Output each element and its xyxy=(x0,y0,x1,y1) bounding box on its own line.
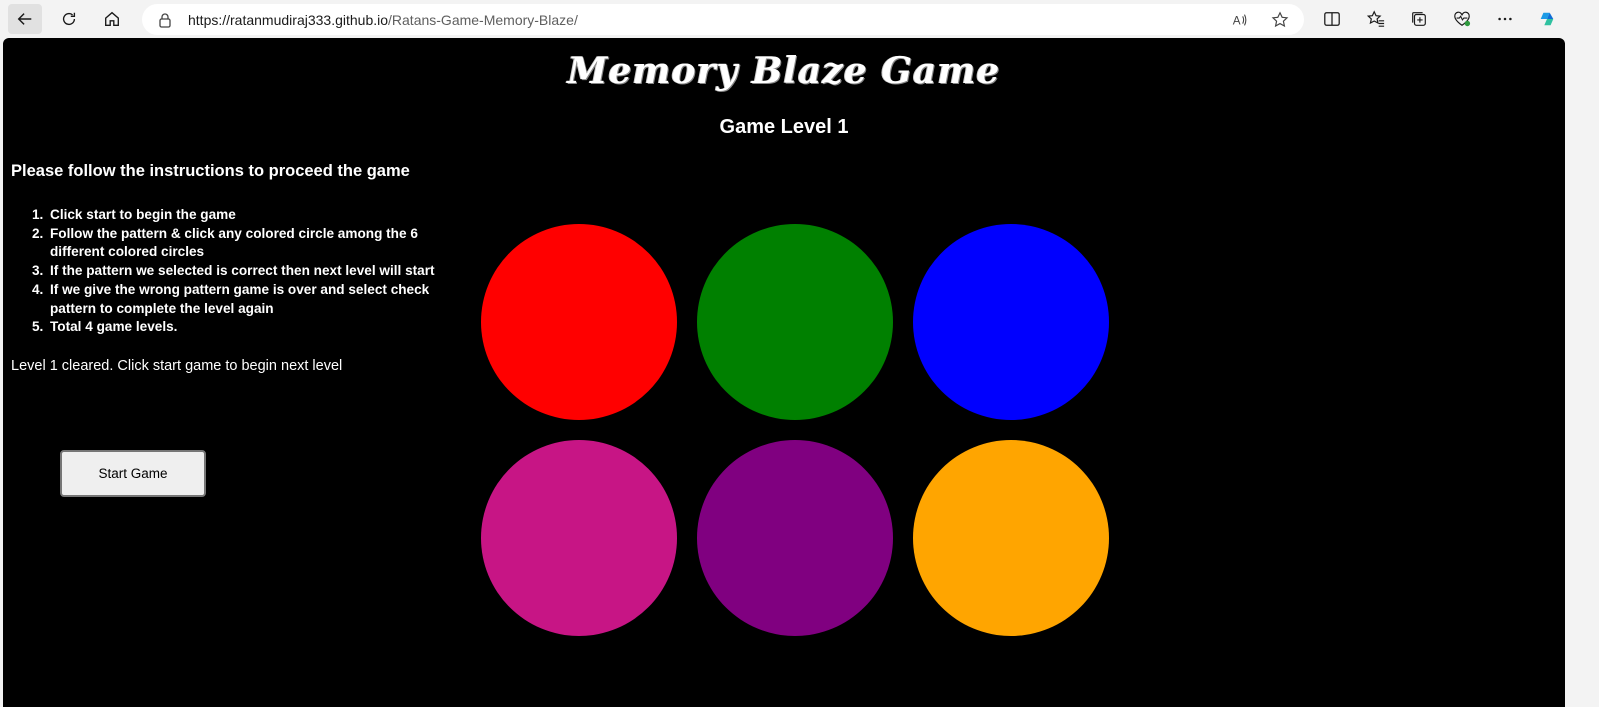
favorites-icon xyxy=(1367,10,1385,27)
copilot-button[interactable] xyxy=(1534,6,1560,32)
favorites-button[interactable] xyxy=(1363,6,1389,32)
circle-blue[interactable] xyxy=(913,224,1109,420)
page-title: Memory Blaze Game xyxy=(567,50,1001,92)
url-text[interactable]: https://ratanmudiraj333.github.io/Ratans… xyxy=(188,12,578,28)
copilot-icon xyxy=(1540,12,1554,26)
browser-toolbar: https://ratanmudiraj333.github.io/Ratans… xyxy=(0,0,1599,38)
refresh-icon xyxy=(62,12,76,26)
svg-text:A: A xyxy=(1233,15,1241,28)
more-horizontal-icon xyxy=(1498,17,1512,21)
start-game-button[interactable]: Start Game xyxy=(60,450,206,497)
instruction-item: 1. Click start to begin the game xyxy=(32,207,236,222)
level-heading: Game Level 1 xyxy=(719,116,849,138)
lock-icon[interactable] xyxy=(157,12,173,28)
instructions-heading: Please follow the instructions to procee… xyxy=(11,162,410,180)
favorite-star-icon[interactable] xyxy=(1270,10,1290,30)
instruction-item: 4. If we give the wrong pattern game is o… xyxy=(32,281,430,316)
instructions-list: 1. Click start to begin the game 2. Follow… xyxy=(32,206,460,337)
instruction-item: 2. Follow the pattern & click any colored… xyxy=(32,225,418,260)
instruction-item: 5. Total 4 game levels. xyxy=(32,319,178,335)
circle-orange[interactable] xyxy=(913,440,1109,636)
back-arrow-icon xyxy=(17,13,32,25)
instruction-item: 3. If the pattern we selected is correct … xyxy=(32,263,435,279)
heart-pulse-icon xyxy=(1454,11,1471,27)
collections-icon xyxy=(1412,12,1426,26)
circle-purple[interactable] xyxy=(697,440,893,636)
url-host: https://ratanmudiraj333.github.io xyxy=(188,12,389,28)
collections-button[interactable] xyxy=(1406,6,1432,32)
game-page: Memory Blaze Game Game Level 1 Please fo… xyxy=(3,38,1565,707)
status-message: Level 1 cleared. Click start game to beg… xyxy=(11,358,343,374)
read-aloud-icon[interactable]: A xyxy=(1230,10,1250,30)
address-bar[interactable]: https://ratanmudiraj333.github.io/Ratans… xyxy=(142,4,1304,35)
split-screen-button[interactable] xyxy=(1319,6,1345,32)
split-screen-icon xyxy=(1324,12,1340,26)
circle-green[interactable] xyxy=(697,224,893,420)
browser-essentials-button[interactable] xyxy=(1449,6,1475,32)
home-icon xyxy=(105,11,119,26)
url-path: /Ratans-Game-Memory-Blaze/ xyxy=(388,12,578,28)
more-options-button[interactable] xyxy=(1492,6,1518,32)
circle-magenta[interactable] xyxy=(481,440,677,636)
back-button[interactable] xyxy=(8,4,42,34)
circle-red[interactable] xyxy=(481,224,677,420)
home-button[interactable] xyxy=(95,4,129,34)
refresh-button[interactable] xyxy=(52,4,86,34)
